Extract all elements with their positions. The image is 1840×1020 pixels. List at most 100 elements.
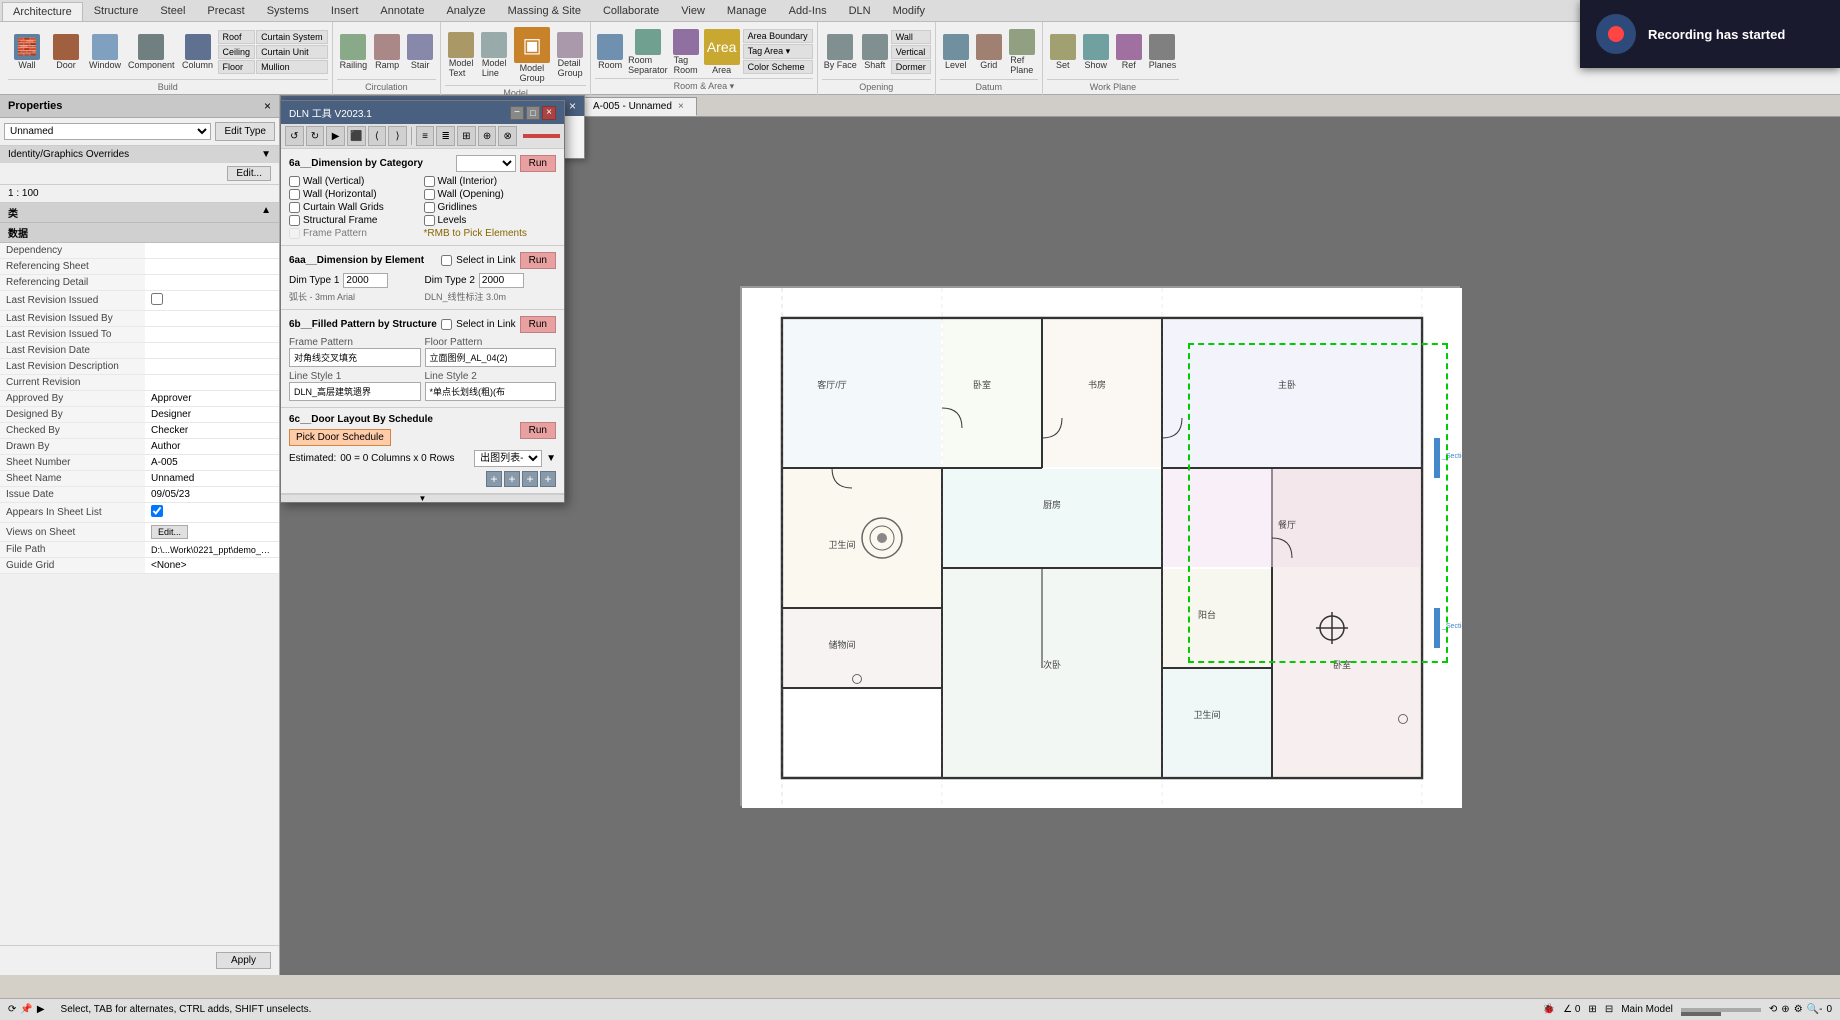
- tab-precast[interactable]: Precast: [196, 1, 255, 21]
- btn-room-separator[interactable]: RoomSeparator: [626, 27, 670, 77]
- btn-ref-plane[interactable]: RefPlane: [1006, 27, 1038, 77]
- section-6b-run[interactable]: Run: [520, 316, 556, 333]
- sheet-list-checkbox[interactable]: [151, 505, 163, 517]
- btn-stair[interactable]: Stair: [404, 32, 436, 72]
- btn-area[interactable]: Area Area: [702, 27, 742, 77]
- btn-dormer[interactable]: Dormer: [891, 60, 931, 74]
- tab-massing[interactable]: Massing & Site: [497, 1, 592, 21]
- btn-model-group[interactable]: ▣ ModelGroup: [511, 25, 553, 85]
- rotate-icon[interactable]: ⟲: [1769, 1004, 1777, 1015]
- btn-curtain-unit[interactable]: Curtain Unit: [256, 45, 328, 59]
- tab-insert[interactable]: Insert: [320, 1, 370, 21]
- btn-tag-area[interactable]: Tag Area ▾: [743, 44, 813, 59]
- tb-btn-7[interactable]: ≡: [416, 126, 435, 146]
- btn-area-boundary[interactable]: Area Boundary: [743, 29, 813, 43]
- apply-button[interactable]: Apply: [216, 952, 271, 969]
- btn-wall-open[interactable]: Wall: [891, 30, 931, 44]
- tab-collaborate[interactable]: Collaborate: [592, 1, 670, 21]
- select-in-link-6aa[interactable]: [441, 255, 452, 266]
- btn-door[interactable]: Door: [47, 32, 85, 72]
- btn-set[interactable]: Set: [1047, 32, 1079, 72]
- btn-window[interactable]: Window: [86, 32, 124, 72]
- tb-btn-5[interactable]: ⟨: [368, 126, 387, 146]
- cb-wall-vertical[interactable]: Wall (Vertical): [289, 176, 422, 187]
- dln-close-btn[interactable]: ×: [542, 106, 556, 120]
- cb-levels[interactable]: Levels: [424, 215, 557, 226]
- btn-color-scheme[interactable]: Color Scheme: [743, 60, 813, 74]
- btn-shaft[interactable]: Shaft: [860, 32, 890, 72]
- btn-model-text[interactable]: ModelText: [445, 30, 477, 80]
- expand-icon[interactable]: ▶: [37, 1004, 45, 1015]
- edit-type-button[interactable]: Edit Type: [215, 122, 275, 141]
- zoom-slider[interactable]: [1681, 1008, 1761, 1012]
- settings-icon[interactable]: ⚙: [1794, 1004, 1803, 1015]
- sync-icon[interactable]: ⟳: [8, 1004, 16, 1015]
- tab-architecture[interactable]: Architecture: [2, 2, 83, 21]
- tab-analyze[interactable]: Analyze: [435, 1, 496, 21]
- btn-railing[interactable]: Railing: [337, 32, 371, 72]
- tab-addins[interactable]: Add-Ins: [778, 1, 838, 21]
- section-6a-run[interactable]: Run: [520, 155, 556, 172]
- btn-show[interactable]: Show: [1080, 32, 1112, 72]
- pick-door-schedule-btn[interactable]: Pick Door Schedule: [289, 429, 391, 446]
- btn-column[interactable]: Column: [179, 32, 217, 72]
- cb-gridlines[interactable]: Gridlines: [424, 202, 557, 213]
- cb-structural-frame[interactable]: Structural Frame: [289, 215, 422, 226]
- tab-modify[interactable]: Modify: [882, 1, 936, 21]
- btn-workplane-ext[interactable]: Planes: [1146, 32, 1180, 72]
- tab-structure[interactable]: Structure: [83, 1, 150, 21]
- zoom-out-icon[interactable]: 🔍-: [1807, 1004, 1823, 1015]
- views-edit-btn[interactable]: Edit...: [151, 525, 188, 539]
- tb-btn-2[interactable]: ↻: [306, 126, 325, 146]
- view-control-2[interactable]: ⊟: [1605, 1004, 1613, 1015]
- btn-mullion[interactable]: Mullion: [256, 60, 328, 74]
- add-btn-4[interactable]: +: [540, 471, 556, 487]
- section-graphics[interactable]: 类 ▲: [0, 203, 279, 223]
- dln-minimize-btn[interactable]: −: [510, 106, 524, 120]
- tab-view[interactable]: View: [670, 1, 716, 21]
- btn-room[interactable]: Room: [595, 32, 625, 72]
- btn-vertical[interactable]: Vertical: [891, 45, 931, 59]
- section-data-header[interactable]: 数据: [0, 223, 279, 243]
- btn-component[interactable]: Component: [125, 32, 178, 72]
- section-identity-header[interactable]: Identity/Graphics Overrides ▼: [0, 146, 279, 163]
- view-control-1[interactable]: ⊞: [1588, 1004, 1596, 1015]
- tb-btn-6[interactable]: ⟩: [388, 126, 407, 146]
- canvas-tab-a005[interactable]: A-005 - Unnamed ×: [580, 97, 697, 116]
- tab-steel[interactable]: Steel: [149, 1, 196, 21]
- tab-systems[interactable]: Systems: [256, 1, 320, 21]
- project-browser-close[interactable]: ×: [569, 99, 576, 113]
- cb-wall-interior[interactable]: Wall (Interior): [424, 176, 557, 187]
- canvas-tab-close[interactable]: ×: [678, 101, 684, 112]
- btn-tag-room[interactable]: TagRoom: [671, 27, 701, 77]
- add-btn-1[interactable]: +: [486, 471, 502, 487]
- btn-ref[interactable]: Ref: [1113, 32, 1145, 72]
- dln-maximize-btn[interactable]: □: [526, 106, 540, 120]
- btn-floor[interactable]: Floor: [218, 60, 256, 74]
- cb-wall-horizontal[interactable]: Wall (Horizontal): [289, 189, 422, 200]
- tb-btn-11[interactable]: ⊗: [498, 126, 517, 146]
- revision-issued-checkbox[interactable]: [151, 293, 163, 305]
- section-6c-run[interactable]: Run: [520, 422, 556, 439]
- select-in-link-6b[interactable]: [441, 319, 452, 330]
- output-list-select[interactable]: 出图列表-: [474, 450, 542, 467]
- tb-btn-4[interactable]: ⬛: [347, 126, 366, 146]
- tb-btn-3[interactable]: ▶: [326, 126, 345, 146]
- properties-close[interactable]: ×: [264, 99, 271, 113]
- tab-annotate[interactable]: Annotate: [369, 1, 435, 21]
- dim-type-2-value[interactable]: [479, 273, 524, 288]
- cb-wall-opening[interactable]: Wall (Opening): [424, 189, 557, 200]
- add-btn-2[interactable]: +: [504, 471, 520, 487]
- dim-type-1-value[interactable]: [343, 273, 388, 288]
- cb-curtain-wall-grids[interactable]: Curtain Wall Grids: [289, 202, 422, 213]
- btn-grid[interactable]: Grid: [973, 32, 1005, 72]
- tb-btn-10[interactable]: ⊕: [478, 126, 497, 146]
- btn-ramp[interactable]: Ramp: [371, 32, 403, 72]
- tab-manage[interactable]: Manage: [716, 1, 778, 21]
- type-selector-dropdown[interactable]: Unnamed: [4, 123, 211, 140]
- btn-detail-group[interactable]: DetailGroup: [554, 30, 586, 80]
- tb-btn-1[interactable]: ↺: [285, 126, 304, 146]
- btn-by-face[interactable]: By Face: [822, 32, 859, 72]
- fit-icon[interactable]: ⊕: [1781, 1004, 1789, 1015]
- tb-btn-9[interactable]: ⊞: [457, 126, 476, 146]
